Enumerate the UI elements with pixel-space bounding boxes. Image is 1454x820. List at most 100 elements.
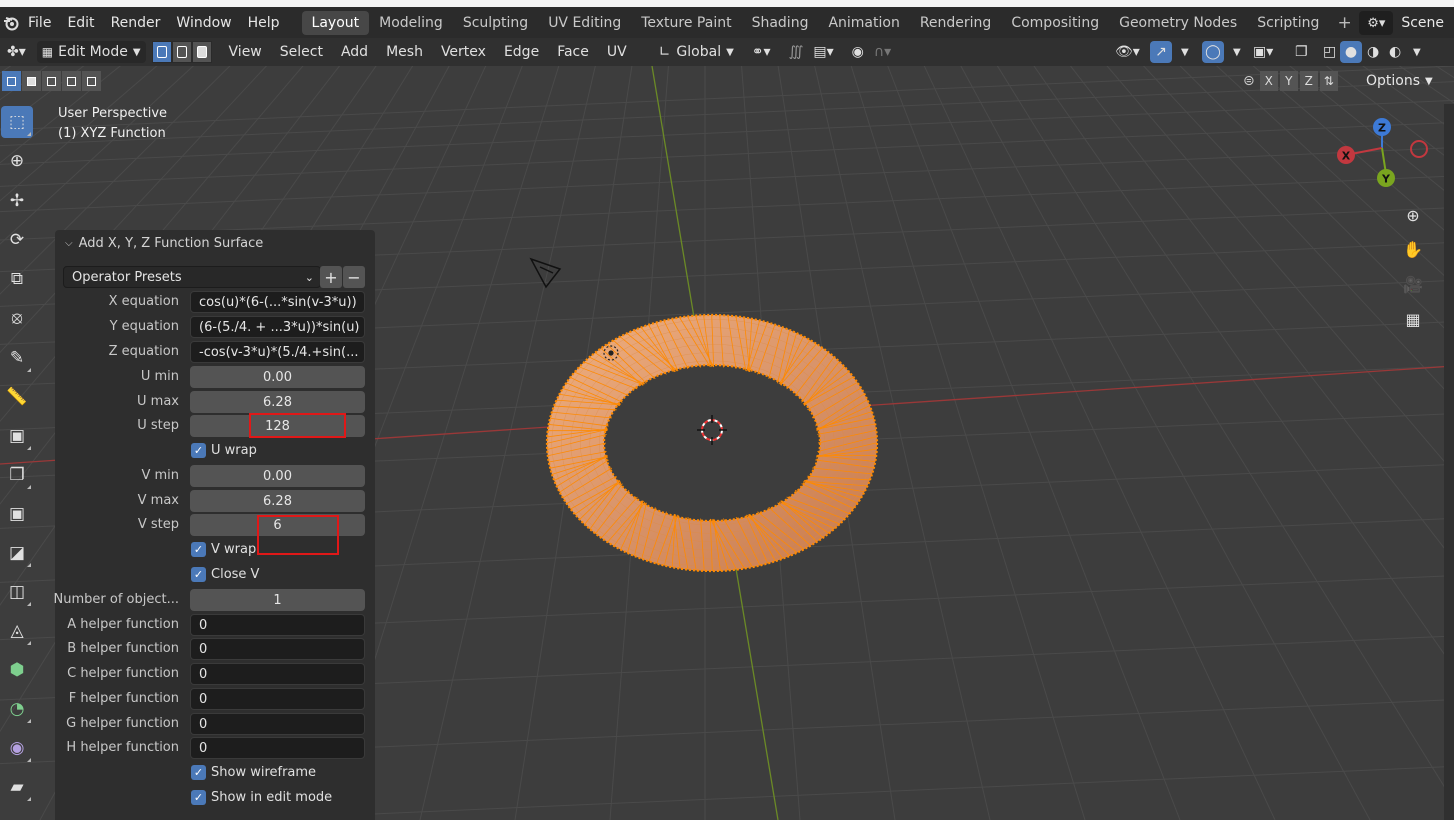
extrude-icon[interactable]: ❐ <box>1 459 33 491</box>
menu-window[interactable]: Window <box>168 10 239 36</box>
snap-target-dropdown[interactable]: ▤▾ <box>808 41 838 63</box>
face-select-button[interactable] <box>191 41 212 63</box>
bevel-icon[interactable]: ◪ <box>1 537 33 569</box>
transform-orientation-dropdown[interactable]: ∟ Global ▼ <box>654 41 739 63</box>
tab-sculpting[interactable]: Sculpting <box>453 11 538 35</box>
x-equation-field[interactable]: cos(u)*(6-(...*sin(v-3*u)) <box>190 291 365 313</box>
menu-edge[interactable]: Edge <box>499 41 544 63</box>
gizmo-dropdown[interactable]: ▼ <box>1176 41 1194 63</box>
zoom-icon[interactable]: ⊕ <box>1398 200 1428 230</box>
camera-icon[interactable]: 🎥 <box>1398 269 1428 299</box>
tab-uv-editing[interactable]: UV Editing <box>538 11 631 35</box>
select-extend-button[interactable] <box>22 71 41 91</box>
u-max-field[interactable]: 6.28 <box>190 391 365 413</box>
u-min-field[interactable]: 0.00 <box>190 366 365 388</box>
menu-face[interactable]: Face <box>552 41 594 63</box>
annotate-icon[interactable]: ✎ <box>1 342 33 374</box>
c-helper-field[interactable]: 0 <box>190 663 365 685</box>
rotate-icon[interactable]: ⟳ <box>1 224 33 256</box>
select-new-button[interactable] <box>2 71 21 91</box>
close-v-checkbox[interactable]: ✓ Close V <box>191 567 259 582</box>
mesh-edit-overlay-dropdown[interactable]: ▣▾ <box>1248 41 1278 63</box>
mirror-x-button[interactable]: X <box>1259 71 1278 91</box>
tab-scripting[interactable]: Scripting <box>1247 11 1329 35</box>
proportional-edit-toggle[interactable]: ◉ <box>847 41 869 63</box>
z-equation-field[interactable]: -cos(v-3*u)*(5./4.+sin(... <box>190 341 365 363</box>
show-wireframe-checkbox[interactable]: ✓ Show wireframe <box>191 765 316 780</box>
menu-view[interactable]: View <box>224 41 267 63</box>
tab-layout[interactable]: Layout <box>301 11 370 35</box>
num-objects-field[interactable]: 1 <box>190 589 365 611</box>
v-max-field[interactable]: 6.28 <box>190 490 365 512</box>
edge-select-button[interactable] <box>171 41 192 63</box>
sidebar-collapsed[interactable] <box>1444 104 1454 820</box>
menu-uv[interactable]: UV <box>602 41 632 63</box>
shading-material-button[interactable]: ◑ <box>1362 41 1384 63</box>
options-dropdown[interactable]: Options ▼ <box>1358 70 1441 92</box>
add-cube-icon[interactable]: ▣ <box>1 420 33 452</box>
select-subtract-button[interactable] <box>42 71 61 91</box>
mode-dropdown[interactable]: ▦ Edit Mode ▼ <box>36 41 146 63</box>
add-workspace-button[interactable]: + <box>1329 11 1359 35</box>
g-helper-field[interactable]: 0 <box>190 713 365 735</box>
a-helper-field[interactable]: 0 <box>190 614 365 636</box>
poly-build-icon[interactable]: ⬢ <box>1 654 33 686</box>
menu-mesh[interactable]: Mesh <box>381 41 428 63</box>
tab-rendering[interactable]: Rendering <box>910 11 1002 35</box>
navigation-gizmo[interactable]: Z X Y <box>1330 112 1440 192</box>
topology-mirror-button[interactable]: ⇅ <box>1319 71 1338 91</box>
f-helper-field[interactable]: 0 <box>190 688 365 710</box>
tab-modeling[interactable]: Modeling <box>369 11 453 35</box>
y-equation-field[interactable]: (6-(5./4. + ...3*u))*sin(u) <box>190 316 365 338</box>
select-box-icon[interactable]: ⬚ <box>1 106 33 138</box>
vertex-select-button[interactable] <box>151 41 172 63</box>
h-helper-field[interactable]: 0 <box>190 737 365 759</box>
b-helper-field[interactable]: 0 <box>190 638 365 660</box>
menu-help[interactable]: Help <box>240 10 288 36</box>
tab-shading[interactable]: Shading <box>742 11 819 35</box>
select-invert-button[interactable] <box>62 71 81 91</box>
remove-preset-button[interactable]: − <box>343 266 365 288</box>
loop-cut-icon[interactable]: ◫ <box>1 576 33 608</box>
v-wrap-checkbox[interactable]: ✓ V wrap <box>191 542 256 557</box>
move-icon[interactable]: ✢ <box>1 185 33 217</box>
blender-logo[interactable] <box>2 14 20 32</box>
menu-add[interactable]: Add <box>336 41 373 63</box>
spin-icon[interactable]: ◔ <box>1 693 33 725</box>
tab-texture-paint[interactable]: Texture Paint <box>631 11 741 35</box>
tab-geometry-nodes[interactable]: Geometry Nodes <box>1109 11 1247 35</box>
add-preset-button[interactable]: + <box>320 266 342 288</box>
tab-compositing[interactable]: Compositing <box>1001 11 1109 35</box>
menu-render[interactable]: Render <box>103 10 169 36</box>
menu-vertex[interactable]: Vertex <box>436 41 491 63</box>
inset-icon[interactable]: ▣ <box>1 498 33 530</box>
knife-icon[interactable]: ◬ <box>1 615 33 647</box>
gizmo-toggle[interactable]: ↗ <box>1150 41 1172 63</box>
mirror-z-button[interactable]: Z <box>1299 71 1318 91</box>
show-edit-mode-checkbox[interactable]: ✓ Show in edit mode <box>191 790 332 805</box>
pivot-point-button[interactable]: ⚭▾ <box>747 41 776 63</box>
select-intersect-button[interactable] <box>82 71 101 91</box>
transform-icon[interactable]: ⦻ <box>1 302 33 334</box>
shading-solid-button[interactable]: ● <box>1340 41 1362 63</box>
visibility-dropdown[interactable]: 👁▾ <box>1110 41 1145 63</box>
scene-selector[interactable]: ⚙▾ Scene <box>1359 10 1454 36</box>
shading-dropdown[interactable]: ▼ <box>1408 41 1426 63</box>
grid-icon[interactable]: ▦ <box>1398 304 1428 334</box>
overlay-dropdown[interactable]: ▼ <box>1228 41 1246 63</box>
smooth-icon[interactable]: ◉ <box>1 732 33 764</box>
shading-rendered-button[interactable]: ◐ <box>1384 41 1406 63</box>
v-min-field[interactable]: 0.00 <box>190 465 365 487</box>
scene-icon[interactable]: ⚙▾ <box>1359 11 1394 35</box>
menu-file[interactable]: File <box>20 10 59 36</box>
u-wrap-checkbox[interactable]: ✓ U wrap <box>191 443 257 458</box>
mirror-y-button[interactable]: Y <box>1279 71 1298 91</box>
cursor-icon[interactable]: ⊕ <box>1 145 33 177</box>
tab-animation[interactable]: Animation <box>818 11 909 35</box>
overlay-toggle[interactable]: ◯ <box>1202 41 1224 63</box>
xray-toggle[interactable]: ❐ <box>1290 41 1313 63</box>
menu-edit[interactable]: Edit <box>59 10 102 36</box>
scale-icon[interactable]: ⧉ <box>1 263 33 295</box>
measure-icon[interactable]: 📏 <box>1 381 33 413</box>
pan-hand-icon[interactable]: ✋ <box>1398 234 1428 264</box>
